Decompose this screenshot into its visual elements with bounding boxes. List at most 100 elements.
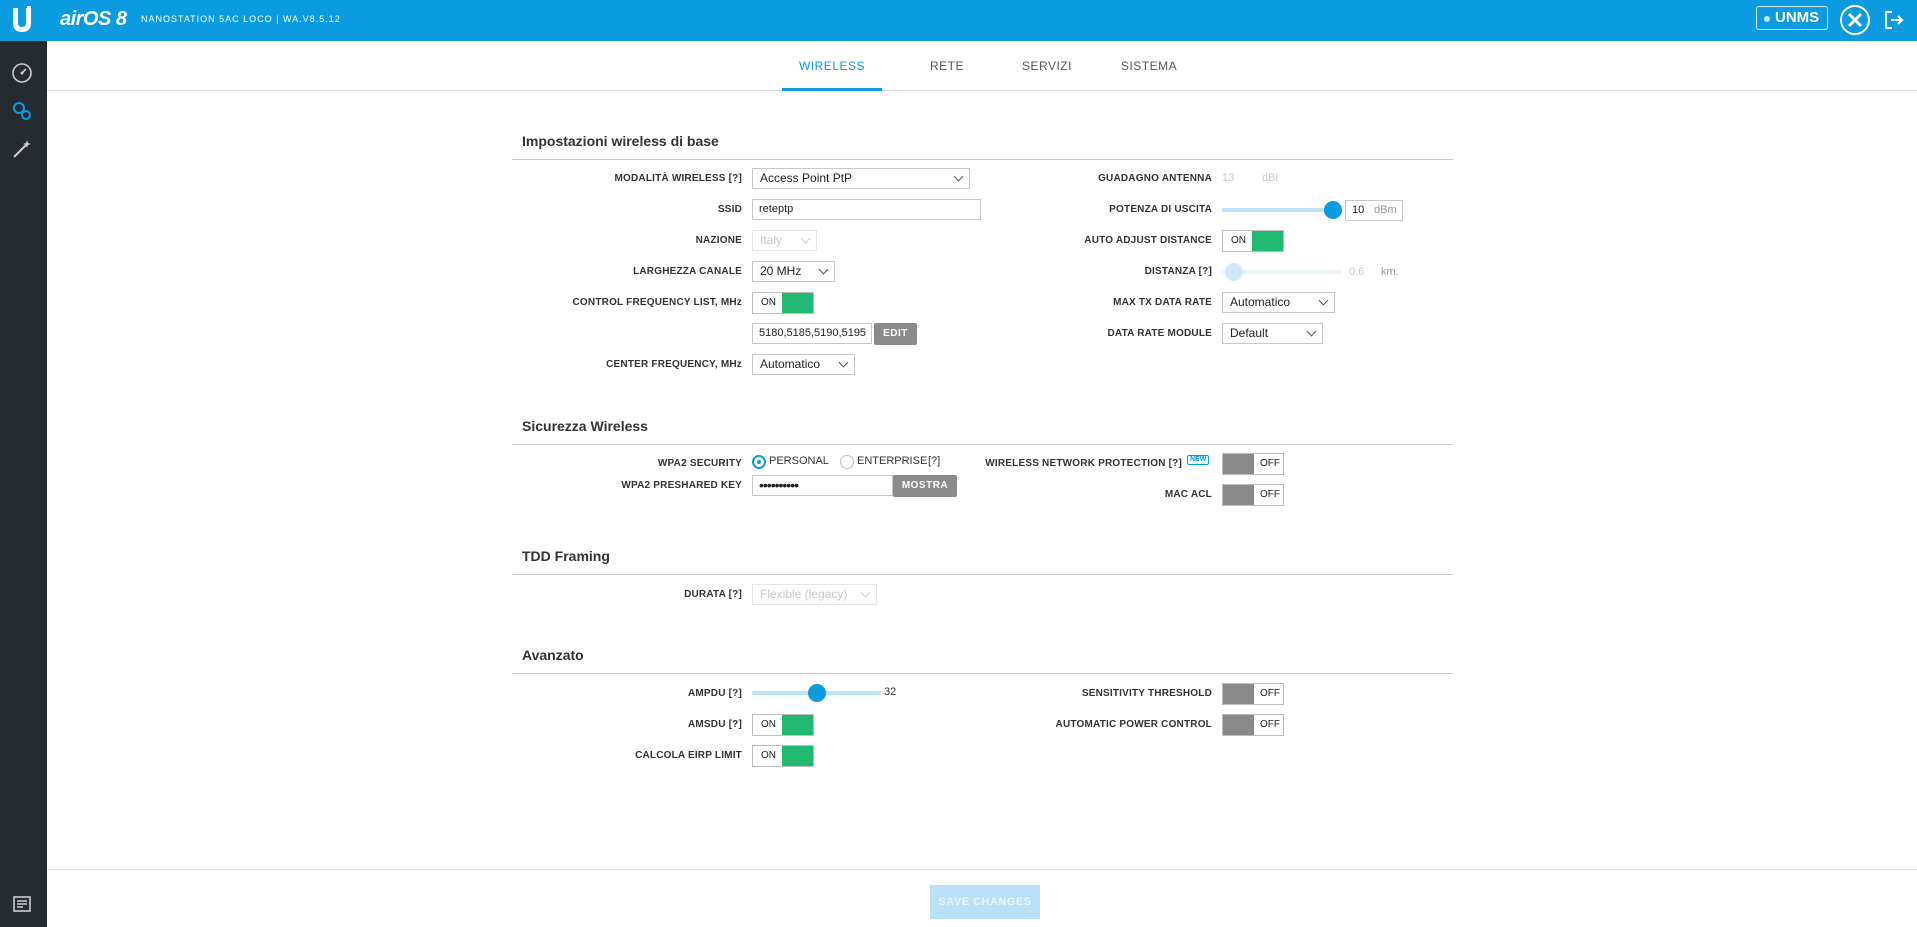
settings-gears-icon[interactable] [10, 99, 34, 123]
tab-wireless[interactable]: WIRELESS [782, 41, 882, 91]
chevron-down-icon [860, 587, 871, 598]
main-tabs: WIRELESS RETE SERVIZI SISTEMA [47, 41, 1917, 91]
duration-value: Flexible (legacy) [760, 587, 848, 601]
tdd-section-title: TDD Framing [522, 548, 610, 564]
toggle-state: OFF [1260, 489, 1280, 500]
show-key-button[interactable]: MOSTRA [893, 475, 957, 497]
distance-label: DISTANZA [?] [1144, 266, 1212, 277]
tab-sistema[interactable]: SISTEMA [1107, 41, 1191, 91]
toggle-knob [782, 715, 813, 735]
toggle-knob [1223, 485, 1254, 505]
duration-label: DURATA [?] [684, 589, 742, 600]
ubiquiti-logo-icon[interactable] [10, 6, 34, 35]
footer-divider [47, 869, 1917, 870]
logout-icon[interactable] [1883, 9, 1905, 31]
antenna-gain-value: 13 [1222, 172, 1235, 184]
output-power-label: POTENZA DI USCITA [1109, 204, 1212, 215]
top-bar: airOS 8 NANOSTATION 5AC LOCO | WA.V8.5.1… [0, 0, 1917, 41]
data-rate-module-label: DATA RATE MODULE [1107, 328, 1212, 339]
wireless-mode-select[interactable]: Access Point PtP [752, 168, 970, 189]
toggle-knob [782, 746, 813, 766]
new-badge: NEW [1187, 455, 1210, 465]
toggle-knob [1223, 454, 1254, 474]
message-icon[interactable] [10, 892, 34, 916]
channel-width-label: LARGHEZZA CANALE [633, 266, 742, 277]
toggle-knob [1252, 231, 1283, 251]
chevron-down-icon [838, 357, 849, 368]
mac-acl-toggle[interactable]: OFF [1222, 484, 1284, 506]
enterprise-radio[interactable] [840, 455, 854, 469]
toggle-state: ON [761, 297, 776, 308]
edit-button[interactable]: EDIT [874, 323, 917, 345]
output-power-value: 10 [1352, 204, 1365, 216]
output-power-unit: dBm [1374, 204, 1397, 216]
amsdu-toggle[interactable]: ON [752, 714, 814, 736]
tools-icon[interactable] [1840, 5, 1870, 35]
sensitivity-toggle[interactable]: OFF [1222, 683, 1284, 705]
chevron-down-icon [818, 264, 829, 275]
output-power-input[interactable]: 10 dBm [1345, 200, 1403, 221]
unms-button[interactable]: UNMS [1756, 6, 1828, 30]
country-value: Italy [760, 233, 783, 247]
tab-servizi[interactable]: SERVIZI [1007, 41, 1087, 91]
control-freq-toggle[interactable]: ON [752, 292, 814, 314]
unms-status-dot [1764, 16, 1770, 22]
auto-adjust-toggle[interactable]: ON [1222, 230, 1284, 252]
toggle-state: OFF [1260, 719, 1280, 730]
wnp-label: WIRELESS NETWORK PROTECTION [?] [985, 458, 1182, 469]
toggle-knob [782, 293, 813, 313]
eirp-toggle[interactable]: ON [752, 745, 814, 767]
section-divider [512, 444, 1453, 445]
center-freq-label: CENTER FREQUENCY, MHz [606, 359, 742, 370]
preshared-key-input[interactable]: •••••••••• [752, 475, 893, 496]
output-power-slider[interactable] [1222, 208, 1333, 212]
distance-slider-handle[interactable] [1225, 263, 1243, 281]
country-select[interactable]: Italy [752, 230, 817, 251]
toggle-state: ON [1231, 235, 1246, 246]
data-rate-module-value: Default [1230, 326, 1269, 340]
dashboard-icon[interactable] [10, 61, 34, 85]
control-freq-label: CONTROL FREQUENCY LIST, MHz [572, 297, 742, 308]
toggle-state: OFF [1260, 458, 1280, 469]
ampdu-slider-handle[interactable] [807, 684, 826, 702]
ampdu-label: AMPDU [?] [687, 688, 742, 699]
save-changes-button[interactable]: SAVE CHANGES [930, 885, 1040, 919]
apc-label: AUTOMATIC POWER CONTROL [1055, 719, 1212, 730]
personal-label: PERSONAL [769, 455, 829, 467]
tab-rete[interactable]: RETE [912, 41, 982, 91]
amsdu-label: AMSDU [?] [687, 719, 742, 730]
mac-acl-label: MAC ACL [1164, 489, 1212, 500]
section-divider [512, 159, 1453, 160]
max-tx-select[interactable]: Automatico [1222, 292, 1335, 313]
center-freq-value: Automatico [760, 357, 821, 371]
personal-radio[interactable] [752, 455, 766, 469]
control-freq-input[interactable]: 5180,5185,5190,5195 [752, 323, 872, 344]
enterprise-help-link[interactable]: [?] [928, 455, 940, 467]
center-freq-select[interactable]: Automatico [752, 354, 855, 375]
output-power-slider-handle[interactable] [1324, 201, 1342, 219]
ampdu-value: 32 [884, 686, 897, 698]
slider-fill [1222, 208, 1333, 212]
toggle-state: ON [761, 719, 776, 730]
preshared-key-label: WPA2 PRESHARED KEY [621, 480, 742, 491]
enterprise-label: ENTERPRISE [857, 455, 928, 467]
data-rate-module-select[interactable]: Default [1222, 323, 1323, 344]
channel-width-select[interactable]: 20 MHz [752, 261, 835, 282]
ssid-label: SSID [717, 204, 742, 215]
antenna-gain-label: GUADAGNO ANTENNA [1098, 173, 1212, 184]
antenna-gain-unit: dBi [1262, 172, 1278, 184]
toggle-state: OFF [1260, 688, 1280, 699]
eirp-label: CALCOLA EIRP LIMIT [635, 750, 742, 761]
wnp-toggle[interactable]: OFF [1222, 453, 1284, 475]
ssid-input[interactable]: reteptp [752, 199, 981, 220]
wand-tools-icon[interactable] [10, 137, 34, 161]
duration-select[interactable]: Flexible (legacy) [752, 584, 877, 605]
channel-width-value: 20 MHz [760, 264, 802, 278]
apc-toggle[interactable]: OFF [1222, 714, 1284, 736]
auto-adjust-label: AUTO ADJUST DISTANCE [1084, 235, 1212, 246]
advanced-section-title: Avanzato [522, 647, 584, 663]
section-divider [512, 574, 1453, 575]
toggle-state: ON [761, 750, 776, 761]
max-tx-value: Automatico [1230, 295, 1291, 309]
chevron-down-icon [1306, 326, 1317, 337]
